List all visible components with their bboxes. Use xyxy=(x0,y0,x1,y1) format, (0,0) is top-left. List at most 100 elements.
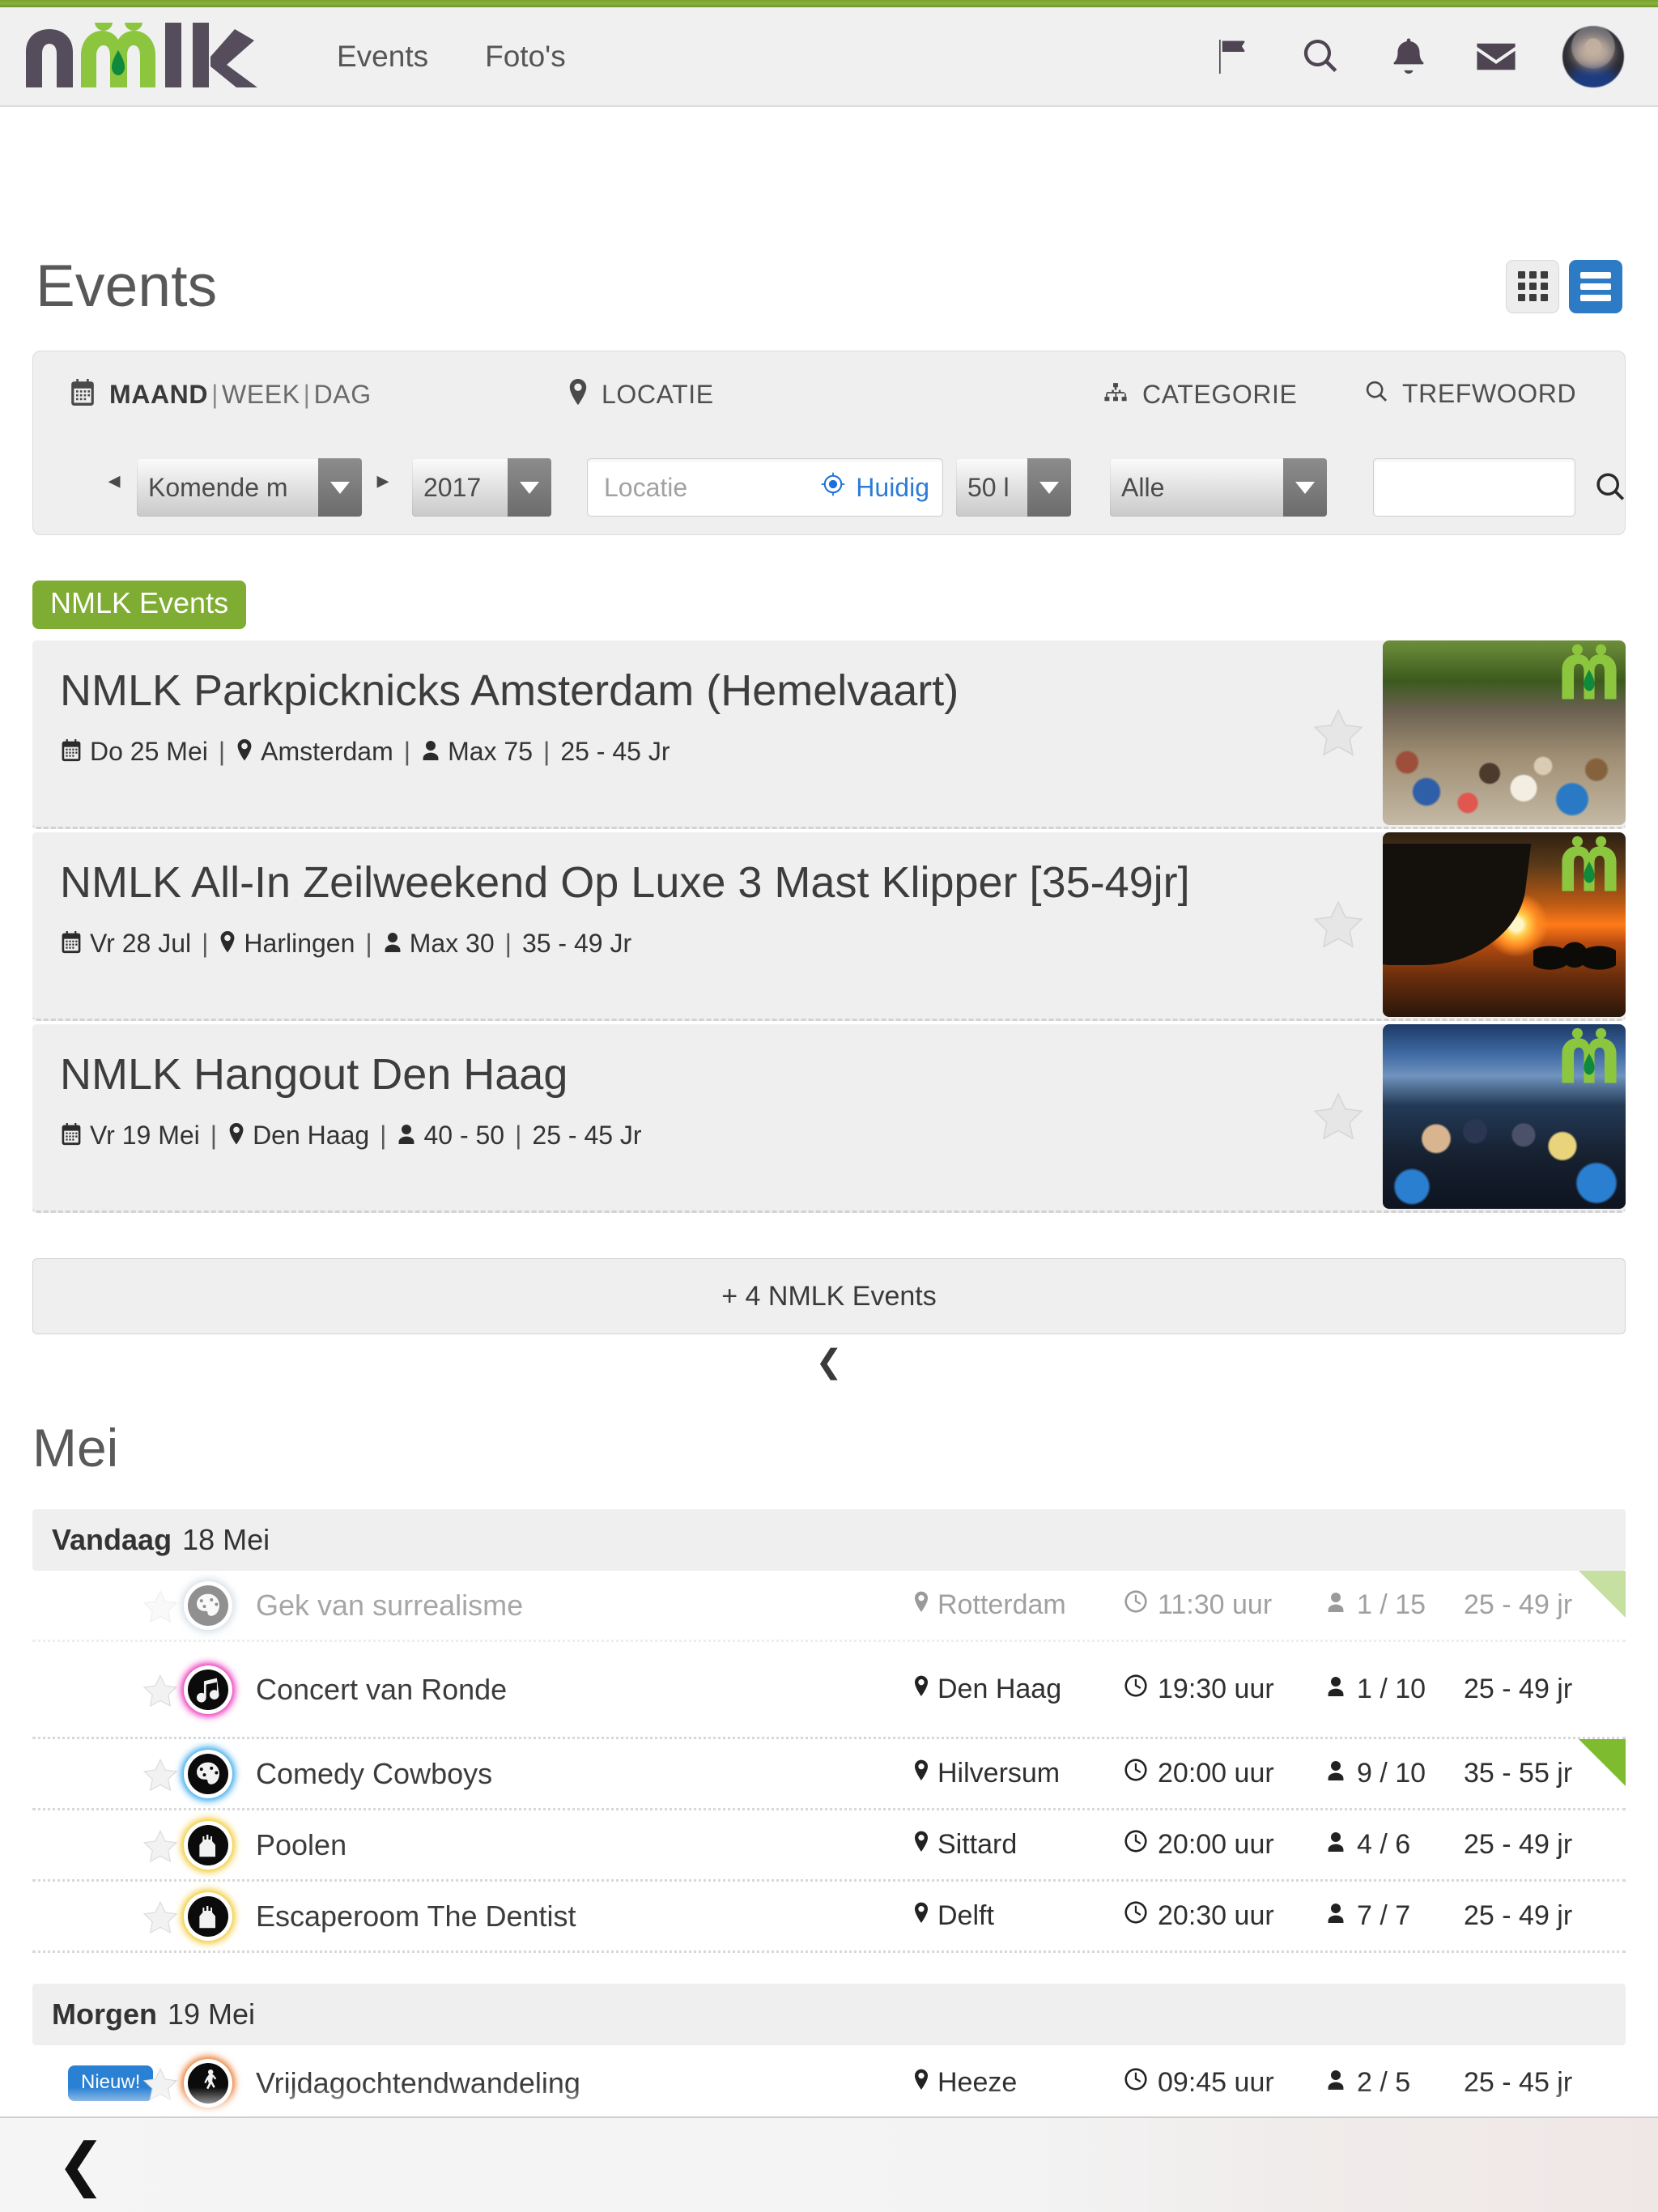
meta-sep: | xyxy=(365,928,372,958)
distance-select[interactable]: 50 l xyxy=(956,458,1071,517)
filter-heading-date: MAAND | WEEK | DAG xyxy=(69,379,372,410)
chevron-left-icon[interactable]: ❮ xyxy=(57,2136,105,2194)
filter-heading-categorie: CATEGORIE xyxy=(1102,379,1298,410)
map-pin-icon xyxy=(219,929,244,959)
theatre-icon xyxy=(188,1753,228,1794)
nmlk-event-date: Do 25 Mei xyxy=(90,736,208,766)
use-current-location-button[interactable]: Huidig xyxy=(820,471,929,504)
favorite-star-button[interactable] xyxy=(133,1899,188,1934)
use-current-location-label: Huidig xyxy=(856,472,929,502)
event-name: Concert van Ronde xyxy=(256,1672,508,1706)
nmlk-event-thumbnail[interactable] xyxy=(1383,640,1626,825)
daygroup-prefix: Morgen xyxy=(52,1997,157,2031)
favorite-star-button[interactable] xyxy=(133,1827,188,1863)
year-select[interactable]: 2017 xyxy=(412,458,551,517)
meta-sep: | xyxy=(543,736,551,766)
clock-icon xyxy=(1124,1829,1148,1861)
bell-icon[interactable] xyxy=(1388,36,1430,78)
person-icon xyxy=(421,737,448,767)
daygroup-header: Morgen 19 Mei xyxy=(32,1984,1626,2045)
event-time-label: 20:00 uur xyxy=(1158,1758,1274,1789)
scroll-fade xyxy=(0,2087,1658,2116)
favorite-star-button[interactable] xyxy=(1294,832,1383,1017)
new-corner-flag xyxy=(1579,1571,1626,1618)
event-time: 20:00 uur xyxy=(1124,1758,1326,1789)
favorite-star-button[interactable] xyxy=(1294,640,1383,825)
nmlk-event-card[interactable]: NMLK Hangout Den Haag Vr 19 Mei | Den Ha… xyxy=(32,1024,1626,1213)
next-month-button[interactable]: ▸ xyxy=(373,465,393,497)
view-toggle xyxy=(1506,259,1622,313)
more-nmlk-events-button[interactable]: + 4 NMLK Events xyxy=(32,1258,1626,1334)
favorite-star-button[interactable] xyxy=(133,1588,188,1623)
keyword-input[interactable] xyxy=(1373,458,1575,517)
clock-icon xyxy=(1124,1758,1148,1789)
prev-month-button[interactable]: ◂ xyxy=(104,465,124,497)
grid-view-button[interactable] xyxy=(1506,259,1559,313)
nmlk-event-location: Harlingen xyxy=(244,928,355,958)
event-list-row[interactable]: Comedy Cowboys Hilversum 20:00 uur 9 / 1… xyxy=(32,1739,1626,1810)
nmlk-event-card[interactable]: NMLK Parkpicknicks Amsterdam (Hemelvaart… xyxy=(32,640,1626,829)
nmlk-event-meta: Do 25 Mei | Amsterdam | Max 75 | 25 - 45… xyxy=(60,737,1294,767)
music-icon xyxy=(188,1669,228,1710)
envelope-icon[interactable] xyxy=(1475,36,1517,78)
nmlk-event-thumbnail[interactable] xyxy=(1383,1024,1626,1209)
favorite-star-button[interactable] xyxy=(133,1756,188,1792)
event-name: Poolen xyxy=(256,1827,347,1861)
event-location: Hilversum xyxy=(913,1758,1124,1789)
person-icon xyxy=(1326,1900,1346,1932)
meta-sep: | xyxy=(218,736,226,766)
event-seats-label: 7 / 7 xyxy=(1357,1900,1411,1931)
event-list-row[interactable]: Poolen Sittard 20:00 uur 4 / 6 25 - 49 j… xyxy=(32,1810,1626,1882)
person-icon xyxy=(383,929,410,959)
event-seats: 9 / 10 xyxy=(1326,1758,1464,1789)
event-name: Comedy Cowboys xyxy=(256,1756,493,1790)
nmlk-logo[interactable] xyxy=(23,22,274,89)
filter-tab-maand[interactable]: MAAND xyxy=(109,380,208,409)
clock-icon xyxy=(1124,1589,1148,1621)
nav-link-events[interactable]: Events xyxy=(337,40,428,74)
event-list-row[interactable]: Concert van Ronde Den Haag 19:30 uur 1 /… xyxy=(32,1642,1626,1739)
search-icon[interactable] xyxy=(1300,36,1342,78)
flag-icon[interactable] xyxy=(1213,36,1255,78)
event-location: Sittard xyxy=(913,1829,1124,1861)
filter-tab-dag[interactable]: DAG xyxy=(314,380,372,409)
chevron-down-icon[interactable]: ❮ xyxy=(32,1346,1626,1378)
event-name: Escaperoom The Dentist xyxy=(256,1899,576,1933)
person-icon xyxy=(1326,1589,1346,1621)
keyword-search-group xyxy=(1373,458,1629,517)
location-input-wrap[interactable]: Locatie Huidig xyxy=(587,458,943,517)
category-select[interactable]: Alle xyxy=(1110,458,1327,517)
search-icon xyxy=(1365,380,1389,408)
chevron-down-icon xyxy=(1027,458,1071,517)
avatar[interactable] xyxy=(1562,25,1624,87)
person-icon xyxy=(1326,1829,1346,1861)
sep-1: | xyxy=(211,380,219,409)
year-select-value: 2017 xyxy=(423,472,482,502)
nmlk-event-card[interactable]: NMLK All-In Zeilweekend Op Luxe 3 Mast K… xyxy=(32,832,1626,1021)
map-pin-icon xyxy=(227,1121,253,1151)
keyword-search-button[interactable] xyxy=(1593,470,1629,505)
daygroup: Vandaag 18 Mei Gek van surrealisme Rotte… xyxy=(32,1509,1626,1953)
grid-icon xyxy=(1517,271,1548,301)
category-badge xyxy=(188,1585,249,1626)
event-list-row[interactable]: Gek van surrealisme Rotterdam 11:30 uur … xyxy=(32,1571,1626,1642)
nav-link-fotos[interactable]: Foto's xyxy=(485,40,566,74)
favorite-star-button[interactable] xyxy=(133,1672,188,1708)
event-list-row[interactable]: Escaperoom The Dentist Delft 20:30 uur 7… xyxy=(32,1882,1626,1953)
clock-icon xyxy=(1124,1900,1148,1932)
nmlk-event-thumbnail[interactable] xyxy=(1383,832,1626,1017)
favorite-star-button[interactable] xyxy=(1294,1024,1383,1209)
event-location-label: Sittard xyxy=(937,1829,1018,1860)
person-icon xyxy=(1326,1758,1346,1789)
list-view-button[interactable] xyxy=(1569,259,1622,313)
filter-tab-week[interactable]: WEEK xyxy=(222,380,300,409)
nmlk-event-location: Den Haag xyxy=(253,1120,370,1150)
meta-sep: | xyxy=(380,1120,387,1150)
star-icon xyxy=(142,1829,178,1862)
person-icon xyxy=(397,1121,423,1151)
star-icon xyxy=(142,1758,178,1791)
category-badge xyxy=(188,1895,249,1937)
nmlk-event-title: NMLK Hangout Den Haag xyxy=(60,1050,568,1099)
filter-heading-locatie: LOCATIE xyxy=(568,379,714,410)
month-select[interactable]: Komende m xyxy=(137,458,362,517)
